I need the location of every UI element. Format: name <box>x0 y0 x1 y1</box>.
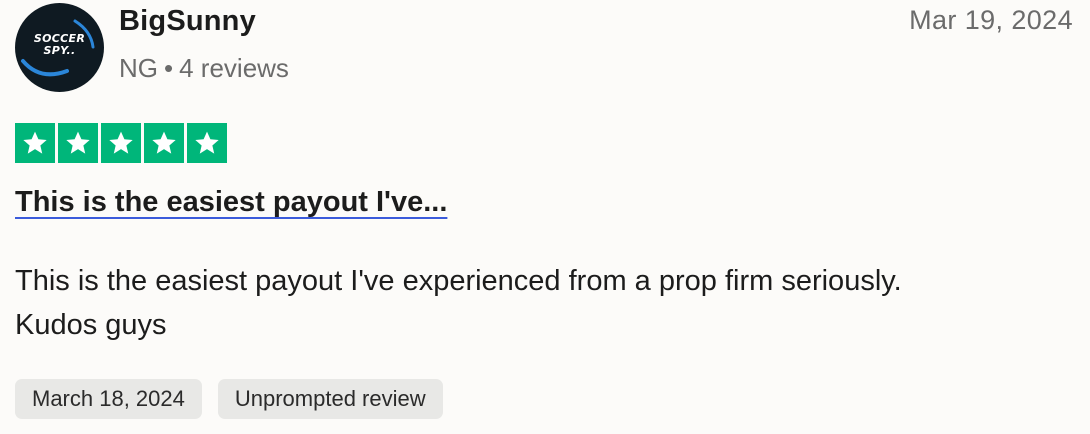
review-tags: March 18, 2024 Unprompted review <box>15 379 443 419</box>
meta-separator: • <box>164 53 174 83</box>
review-type-badge[interactable]: Unprompted review <box>217 379 443 419</box>
star-icon <box>58 123 98 163</box>
reviewer-name[interactable]: BigSunny <box>119 5 256 38</box>
review-body: This is the easiest payout I've experien… <box>15 259 1065 347</box>
star-rating <box>15 123 227 163</box>
review-posted-date: Mar 19, 2024 <box>909 5 1073 35</box>
avatar-logo-line2: SPY.. <box>43 44 76 57</box>
star-icon <box>15 123 55 163</box>
avatar-logo-text: SOCCER SPY.. <box>15 33 104 57</box>
reviewer-meta: NG • 4 reviews <box>119 53 289 84</box>
reviewer-country: NG <box>119 53 158 83</box>
experience-date-badge: March 18, 2024 <box>15 379 202 419</box>
review-card: SOCCER SPY.. BigSunny NG • 4 reviews Mar 1… <box>0 0 1090 434</box>
avatar[interactable]: SOCCER SPY.. <box>15 3 104 92</box>
star-icon <box>101 123 141 163</box>
review-body-line: This is the easiest payout I've experien… <box>15 265 902 297</box>
star-icon <box>187 123 227 163</box>
review-title-link[interactable]: This is the easiest payout I've... <box>15 186 447 219</box>
star-icon <box>144 123 184 163</box>
reviewer-review-count: 4 reviews <box>179 53 289 83</box>
review-body-line: Kudos guys <box>15 309 167 341</box>
